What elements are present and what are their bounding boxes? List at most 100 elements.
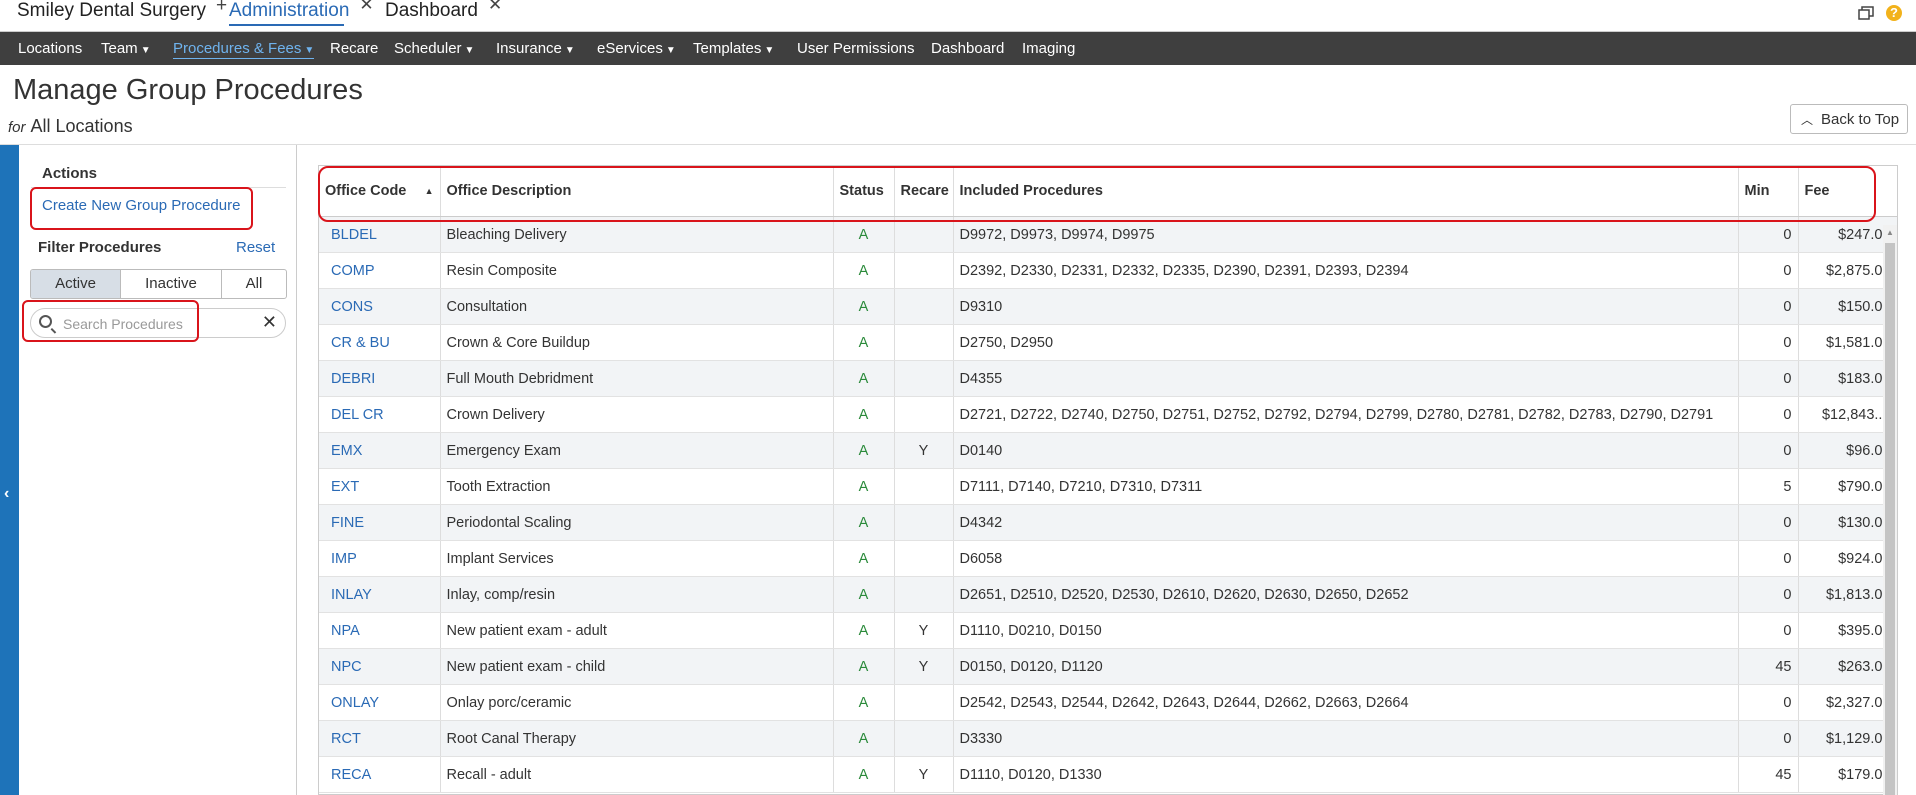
- nav-scheduler[interactable]: Scheduler ▼: [394, 32, 474, 65]
- location-label: All Locations: [30, 116, 133, 136]
- scroll-up-icon[interactable]: ▲: [1886, 228, 1894, 237]
- office-code-link[interactable]: ONLAY: [319, 684, 441, 721]
- nav-insurance[interactable]: Insurance ▼: [496, 32, 575, 65]
- close-icon[interactable]: ✕: [488, 0, 502, 14]
- office-description: Implant Services: [440, 540, 834, 577]
- tab-dashboard[interactable]: Dashboard ✕: [385, 0, 502, 32]
- table-row[interactable]: BLDEL Bleaching Delivery A D9972, D9973, D9…: [319, 216, 1897, 253]
- office-description: New patient exam - adult: [440, 612, 834, 649]
- table-row[interactable]: NPA New patient exam - adult A Y D1110, D021…: [319, 612, 1897, 649]
- filter-all-button[interactable]: All: [222, 270, 286, 298]
- min-value: 0: [1738, 684, 1799, 721]
- table-row[interactable]: RECA Recall - adult A Y D1110, D0120, D1330 4…: [319, 756, 1897, 793]
- table-row[interactable]: IMP Implant Services A D6058 0 $924.00: [319, 540, 1897, 577]
- nav-templates[interactable]: Templates ▼: [693, 32, 774, 65]
- office-code-link[interactable]: EMX: [319, 432, 441, 469]
- table-row[interactable]: INLAY Inlay, comp/resin A D2651, D2510, D25…: [319, 576, 1897, 613]
- top-tab-bar: Smiley Dental Surgery + Administration ✕ D…: [0, 0, 1916, 32]
- office-code-link[interactable]: RECA: [319, 756, 441, 793]
- nav-imaging[interactable]: Imaging: [1022, 32, 1075, 65]
- min-value: 45: [1738, 648, 1799, 685]
- status-value: A: [833, 432, 895, 469]
- min-value: 0: [1738, 432, 1799, 469]
- office-code-link[interactable]: DEBRI: [319, 360, 441, 397]
- create-group-procedure-link[interactable]: Create New Group Procedure: [42, 197, 240, 214]
- office-code-link[interactable]: NPA: [319, 612, 441, 649]
- col-fee[interactable]: Fee: [1798, 166, 1897, 217]
- clear-search-icon[interactable]: ✕: [262, 312, 277, 333]
- tab-administration[interactable]: Administration ✕: [229, 0, 374, 32]
- nav-locations[interactable]: Locations: [18, 32, 82, 65]
- office-code-link[interactable]: BLDEL: [319, 216, 441, 253]
- back-to-top-button[interactable]: ︿ Back to Top: [1790, 104, 1908, 134]
- table-row[interactable]: EMX Emergency Exam A Y D0140 0 $96.00: [319, 432, 1897, 469]
- table-row[interactable]: CR & BU Crown & Core Buildup A D2750, D2950…: [319, 324, 1897, 361]
- office-code-link[interactable]: CONS: [319, 288, 441, 325]
- col-office-description[interactable]: Office Description: [440, 166, 834, 217]
- filter-heading: Filter Procedures: [38, 239, 162, 256]
- caret-down-icon: ▼: [564, 45, 575, 56]
- help-icon[interactable]: ?: [1886, 5, 1902, 21]
- nav-recare[interactable]: Recare: [330, 32, 378, 65]
- tab-app[interactable]: Smiley Dental Surgery +: [17, 0, 227, 32]
- col-included-procedures[interactable]: Included Procedures: [953, 166, 1739, 217]
- table-scrollbar[interactable]: ▲: [1883, 225, 1897, 795]
- office-code-link[interactable]: RCT: [319, 720, 441, 757]
- office-code-link[interactable]: CR & BU: [319, 324, 441, 361]
- office-description: Inlay, comp/resin: [440, 576, 834, 613]
- office-code-link[interactable]: EXT: [319, 468, 441, 505]
- min-value: 0: [1738, 720, 1799, 757]
- col-status[interactable]: Status: [833, 166, 895, 217]
- sidebar-collapse-toggle[interactable]: ‹: [0, 145, 19, 795]
- col-min[interactable]: Min: [1738, 166, 1799, 217]
- nav-team[interactable]: Team ▼: [101, 32, 151, 65]
- status-value: A: [833, 252, 895, 289]
- office-code-link[interactable]: COMP: [319, 252, 441, 289]
- office-code-link[interactable]: IMP: [319, 540, 441, 577]
- scrollbar-thumb[interactable]: [1885, 243, 1895, 795]
- nav-eservices[interactable]: eServices ▼: [597, 32, 676, 65]
- close-icon[interactable]: ✕: [359, 0, 373, 14]
- add-tab-icon[interactable]: +: [216, 0, 227, 16]
- office-code-link[interactable]: FINE: [319, 504, 441, 541]
- status-value: A: [833, 576, 895, 613]
- filter-inactive-button[interactable]: Inactive: [121, 270, 222, 298]
- nav-dashboard[interactable]: Dashboard: [931, 32, 1004, 65]
- table-row[interactable]: FINE Periodontal Scaling A D4342 0 $130.00: [319, 504, 1897, 541]
- status-value: A: [833, 612, 895, 649]
- nav-user-permissions[interactable]: User Permissions: [797, 32, 915, 65]
- office-code-link[interactable]: DEL CR: [319, 396, 441, 433]
- recare-value: [894, 360, 954, 397]
- status-value: A: [833, 324, 895, 361]
- office-description: Emergency Exam: [440, 432, 834, 469]
- window-restore-icon[interactable]: [1858, 6, 1874, 20]
- table-row[interactable]: RCT Root Canal Therapy A D3330 0 $1,129.00: [319, 720, 1897, 757]
- office-code-link[interactable]: INLAY: [319, 576, 441, 613]
- active-tab-underline: [229, 24, 344, 26]
- nav-procedures-fees[interactable]: Procedures & Fees ▼: [173, 32, 315, 65]
- filter-active-button[interactable]: Active: [31, 270, 121, 298]
- office-description: Bleaching Delivery: [440, 216, 834, 253]
- min-value: 0: [1738, 360, 1799, 397]
- col-recare[interactable]: Recare: [894, 166, 954, 217]
- table-row[interactable]: COMP Resin Composite A D2392, D2330, D2331,…: [319, 252, 1897, 289]
- table-row[interactable]: ONLAY Onlay porc/ceramic A D2542, D2543, D2…: [319, 684, 1897, 721]
- caret-down-icon: ▼: [304, 45, 315, 56]
- status-value: A: [833, 540, 895, 577]
- table-row[interactable]: NPC New patient exam - child A Y D0150, D012…: [319, 648, 1897, 685]
- reset-link[interactable]: Reset: [236, 239, 275, 256]
- col-office-code[interactable]: Office Code ▲: [319, 166, 441, 217]
- min-value: 0: [1738, 252, 1799, 289]
- included-procedures: D7111, D7140, D7210, D7310, D7311: [953, 468, 1739, 505]
- table-row[interactable]: EXT Tooth Extraction A D7111, D7140, D7210,…: [319, 468, 1897, 505]
- table-row[interactable]: DEBRI Full Mouth Debridment A D4355 0 $183.00: [319, 360, 1897, 397]
- table-row[interactable]: DEL CR Crown Delivery A D2721, D2722, D2740…: [319, 396, 1897, 433]
- office-description: Recall - adult: [440, 756, 834, 793]
- office-description: Crown & Core Buildup: [440, 324, 834, 361]
- caret-down-icon: ▼: [140, 45, 151, 56]
- office-code-link[interactable]: NPC: [319, 648, 441, 685]
- search-input[interactable]: [61, 313, 255, 335]
- table-row[interactable]: CONS Consultation A D9310 0 $150.00: [319, 288, 1897, 325]
- status-filter-toggle: Active Inactive All: [30, 269, 287, 299]
- min-value: 0: [1738, 540, 1799, 577]
